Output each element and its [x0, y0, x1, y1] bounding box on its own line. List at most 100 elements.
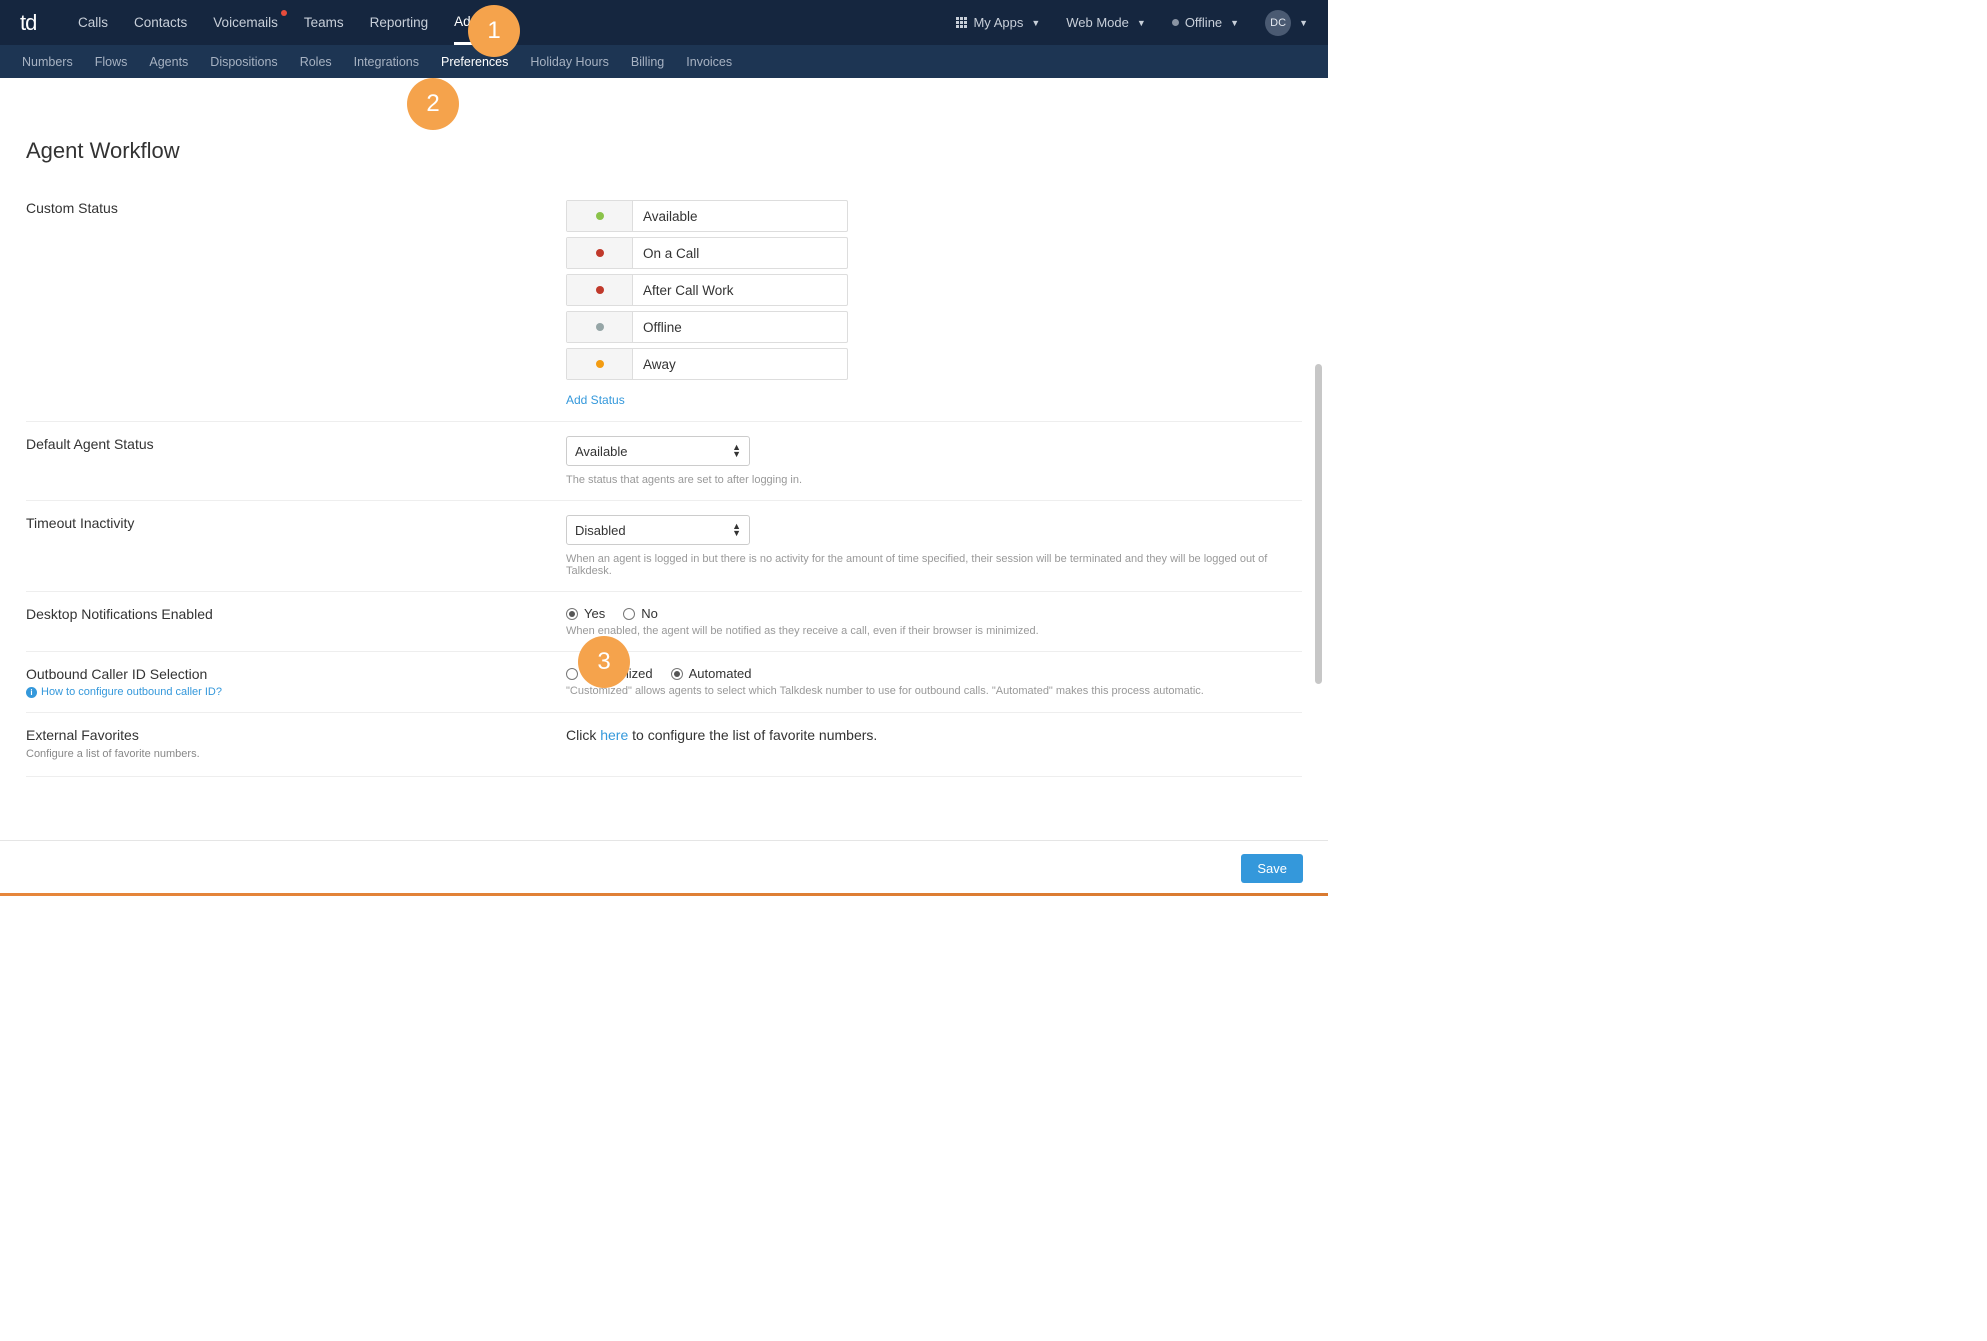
- info-icon: i: [26, 687, 37, 698]
- default-agent-status-label: Default Agent Status: [26, 436, 566, 452]
- chevron-down-icon: ▼: [1299, 18, 1308, 28]
- subnav-preferences[interactable]: Preferences: [441, 45, 508, 78]
- desktop-notifications-yes[interactable]: Yes: [566, 606, 605, 621]
- web-mode-label: Web Mode: [1066, 15, 1129, 30]
- status-name: Offline: [633, 320, 682, 335]
- default-agent-status-hint: The status that agents are set to after …: [566, 474, 1302, 486]
- desktop-notifications-hint: When enabled, the agent will be notified…: [566, 625, 1302, 637]
- status-dot-cell: [567, 275, 633, 305]
- topbar-right: My Apps ▼ Web Mode ▼ Offline ▼ DC ▼: [956, 10, 1308, 36]
- status-item[interactable]: Away: [566, 348, 848, 380]
- nav-contacts[interactable]: Contacts: [134, 0, 187, 45]
- custom-status-row: Custom Status Available On a Call After Ca…: [26, 186, 1302, 422]
- desktop-notifications-radios: Yes No: [566, 606, 1302, 621]
- default-agent-status-select[interactable]: Available ▲▼: [566, 436, 750, 466]
- agent-status-label: Offline: [1185, 15, 1222, 30]
- timeout-row: Timeout Inactivity Disabled ▲▼ When an a…: [26, 501, 1302, 592]
- topbar: td Calls Contacts Voicemails Teams Repor…: [0, 0, 1328, 45]
- my-apps-dropdown[interactable]: My Apps ▼: [956, 15, 1040, 30]
- status-name: Available: [633, 209, 698, 224]
- subnav-integrations[interactable]: Integrations: [354, 45, 419, 78]
- timeout-select[interactable]: Disabled ▲▼: [566, 515, 750, 545]
- external-favorites-here-link[interactable]: here: [600, 727, 628, 743]
- scrollbar[interactable]: [1315, 364, 1322, 684]
- subnav-holiday-hours[interactable]: Holiday Hours: [530, 45, 609, 78]
- radio-icon: [623, 608, 635, 620]
- status-dot-cell: [567, 349, 633, 379]
- agent-status-dropdown[interactable]: Offline ▼: [1172, 15, 1239, 30]
- nav-calls[interactable]: Calls: [78, 0, 108, 45]
- nav-reporting[interactable]: Reporting: [370, 0, 429, 45]
- status-dot-icon: [596, 323, 604, 331]
- voicemail-badge-icon: [281, 10, 287, 16]
- timeout-hint: When an agent is logged in but there is …: [566, 553, 1302, 577]
- subnav-billing[interactable]: Billing: [631, 45, 664, 78]
- status-name: After Call Work: [633, 283, 734, 298]
- status-name: Away: [633, 357, 676, 372]
- status-dot-icon: [596, 249, 604, 257]
- outbound-caller-hint: "Customized" allows agents to select whi…: [566, 685, 1302, 697]
- agent-workflow-heading: Agent Workflow: [26, 138, 1302, 164]
- status-dot-icon: [596, 286, 604, 294]
- radio-label: Automated: [689, 666, 752, 681]
- my-apps-label: My Apps: [973, 15, 1023, 30]
- avatar: DC: [1265, 10, 1291, 36]
- outbound-caller-customized[interactable]: Customized: [566, 666, 653, 681]
- status-dot-cell: [567, 238, 633, 268]
- status-dot-icon: [596, 212, 604, 220]
- timeout-value: Disabled: [575, 523, 626, 538]
- subnav-dispositions[interactable]: Dispositions: [210, 45, 277, 78]
- chevron-down-icon: ▼: [1230, 18, 1239, 28]
- subnav: Numbers Flows Agents Dispositions Roles …: [0, 45, 1328, 78]
- status-name: On a Call: [633, 246, 699, 261]
- external-favorites-row: External Favorites Configure a list of f…: [26, 713, 1302, 777]
- outbound-caller-radios: Customized Automated: [566, 666, 1302, 681]
- desktop-notifications-no[interactable]: No: [623, 606, 658, 621]
- subnav-agents[interactable]: Agents: [149, 45, 188, 78]
- status-dot-icon: [596, 360, 604, 368]
- favtext-pre: Click: [566, 727, 600, 743]
- status-item[interactable]: On a Call: [566, 237, 848, 269]
- nav-admin[interactable]: Admin: [454, 0, 492, 45]
- nav-voicemails[interactable]: Voicemails: [213, 0, 278, 45]
- nav-main: Calls Contacts Voicemails Teams Reportin…: [78, 0, 492, 45]
- chevron-down-icon: ▼: [1031, 18, 1040, 28]
- nav-teams[interactable]: Teams: [304, 0, 344, 45]
- subnav-roles[interactable]: Roles: [300, 45, 332, 78]
- add-status-link[interactable]: Add Status: [566, 393, 1302, 407]
- outbound-caller-automated[interactable]: Automated: [671, 666, 752, 681]
- radio-label: Yes: [584, 606, 605, 621]
- desktop-notifications-label: Desktop Notifications Enabled: [26, 606, 566, 622]
- external-favorites-helper: Configure a list of favorite numbers.: [26, 747, 526, 762]
- timeout-label: Timeout Inactivity: [26, 515, 566, 531]
- subnav-invoices[interactable]: Invoices: [686, 45, 732, 78]
- outbound-caller-row: Outbound Caller ID Selection i How to co…: [26, 652, 1302, 713]
- radio-icon: [671, 668, 683, 680]
- outbound-caller-help-link[interactable]: i How to configure outbound caller ID?: [26, 686, 566, 698]
- radio-icon: [566, 608, 578, 620]
- content: Agent Workflow Custom Status Available On…: [0, 78, 1328, 838]
- outbound-caller-help-text: How to configure outbound caller ID?: [41, 686, 222, 698]
- select-arrows-icon: ▲▼: [732, 523, 741, 537]
- desktop-notifications-row: Desktop Notifications Enabled Yes No Whe…: [26, 592, 1302, 652]
- default-agent-status-value: Available: [575, 444, 628, 459]
- radio-label: No: [641, 606, 658, 621]
- web-mode-dropdown[interactable]: Web Mode ▼: [1066, 15, 1146, 30]
- status-dot-cell: [567, 201, 633, 231]
- bottom-stripe: [0, 893, 1328, 896]
- custom-status-label: Custom Status: [26, 200, 566, 216]
- user-menu[interactable]: DC ▼: [1265, 10, 1308, 36]
- footer: Save: [0, 840, 1328, 896]
- subnav-flows[interactable]: Flows: [95, 45, 128, 78]
- status-item[interactable]: Offline: [566, 311, 848, 343]
- external-favorites-label: External Favorites: [26, 727, 566, 743]
- subnav-numbers[interactable]: Numbers: [22, 45, 73, 78]
- apps-grid-icon: [956, 17, 967, 28]
- save-button[interactable]: Save: [1241, 854, 1303, 883]
- radio-label: Customized: [584, 666, 653, 681]
- status-dot-icon: [1172, 19, 1179, 26]
- chevron-down-icon: ▼: [1137, 18, 1146, 28]
- status-item[interactable]: After Call Work: [566, 274, 848, 306]
- status-dot-cell: [567, 312, 633, 342]
- status-item[interactable]: Available: [566, 200, 848, 232]
